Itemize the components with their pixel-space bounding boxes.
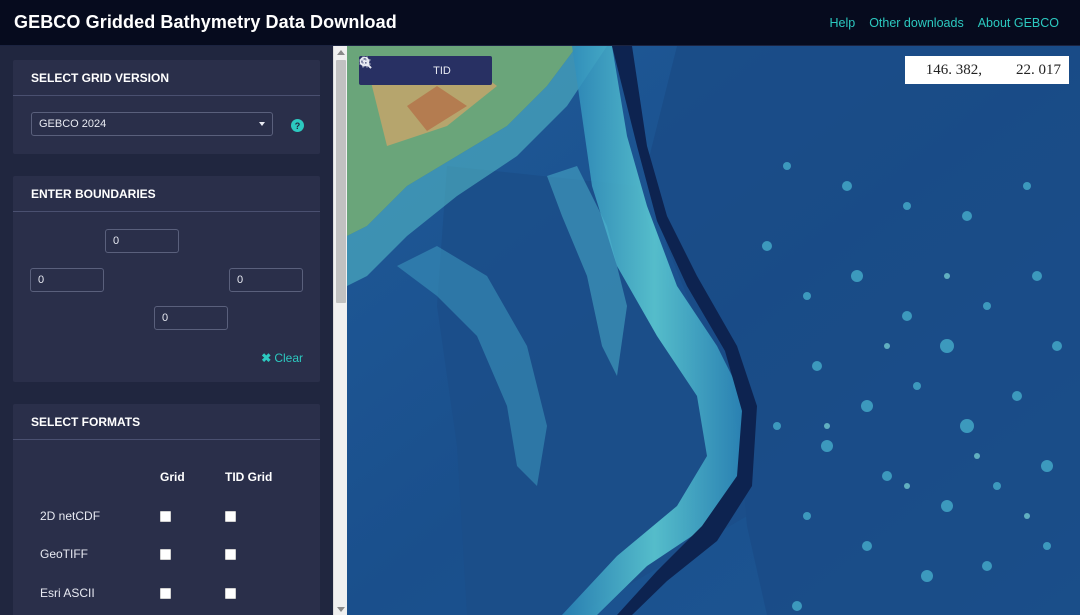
geotiff-tid-checkbox[interactable] [225,549,236,560]
west-boundary-input[interactable] [30,268,104,292]
nav-help-link[interactable]: Help [829,16,855,30]
top-nav: Help Other downloads About GEBCO [829,16,1059,30]
zoom-out-button[interactable] [359,56,423,85]
esri-ascii-grid-checkbox[interactable] [160,588,171,599]
south-boundary-input[interactable] [154,306,228,330]
grid-version-select[interactable]: GEBCO 2024 [31,112,273,136]
nav-about-gebco-link[interactable]: About GEBCO [978,16,1059,30]
sidebar: SELECT GRID VERSION GEBCO 2024 ? ENTER B… [0,46,333,615]
nav-other-downloads-link[interactable]: Other downloads [869,16,964,30]
app-header: GEBCO Gridded Bathymetry Data Download H… [0,0,1080,46]
clear-label: Clear [274,351,303,365]
grid-version-selected: GEBCO 2024 [39,118,107,130]
caret-down-icon [259,122,265,126]
boundaries-panel: ENTER BOUNDARIES ✖ Clear [13,176,320,382]
sidebar-scrollbar[interactable] [333,46,347,615]
grid-column-header: Grid [160,470,185,484]
tid-grid-column-header: TID Grid [225,470,273,484]
scrollbar-thumb[interactable] [336,60,346,303]
formats-panel: SELECT FORMATS Grid TID Grid 2D netCDF G… [13,404,320,615]
coordinate-readout: 146. 382, 22. 017 [905,56,1069,84]
grid-version-panel: SELECT GRID VERSION GEBCO 2024 ? [13,60,320,154]
bathymetry-map[interactable]: TID 146. 382, 22. 017 [347,46,1080,615]
page-title: GEBCO Gridded Bathymetry Data Download [14,12,397,32]
esri-ascii-tid-checkbox[interactable] [225,588,236,599]
latitude-readout: 22. 017 [1016,61,1061,78]
close-icon: ✖ [261,351,272,365]
netcdf-tid-checkbox[interactable] [225,511,236,522]
grid-icon [359,56,371,68]
map-toolbar: TID [359,56,492,85]
scroll-down-icon[interactable] [337,607,345,612]
scroll-up-icon[interactable] [337,50,345,55]
boundaries-heading: ENTER BOUNDARIES [13,176,320,212]
format-row-label: Esri ASCII [40,586,95,600]
graticule-button[interactable] [359,56,492,85]
tid-toggle-button[interactable]: TID [423,56,461,85]
format-row-label: GeoTIFF [40,547,89,561]
map-canvas [347,46,1080,615]
east-boundary-input[interactable] [229,268,303,292]
help-icon[interactable]: ? [291,119,304,132]
longitude-readout: 146. 382, [925,61,982,78]
clear-button[interactable]: ✖ Clear [261,351,303,365]
grid-version-heading: SELECT GRID VERSION [13,60,320,96]
format-row-label: 2D netCDF [40,509,101,523]
formats-heading: SELECT FORMATS [13,404,320,440]
geotiff-grid-checkbox[interactable] [160,549,171,560]
netcdf-grid-checkbox[interactable] [160,511,171,522]
north-boundary-input[interactable] [105,229,179,253]
